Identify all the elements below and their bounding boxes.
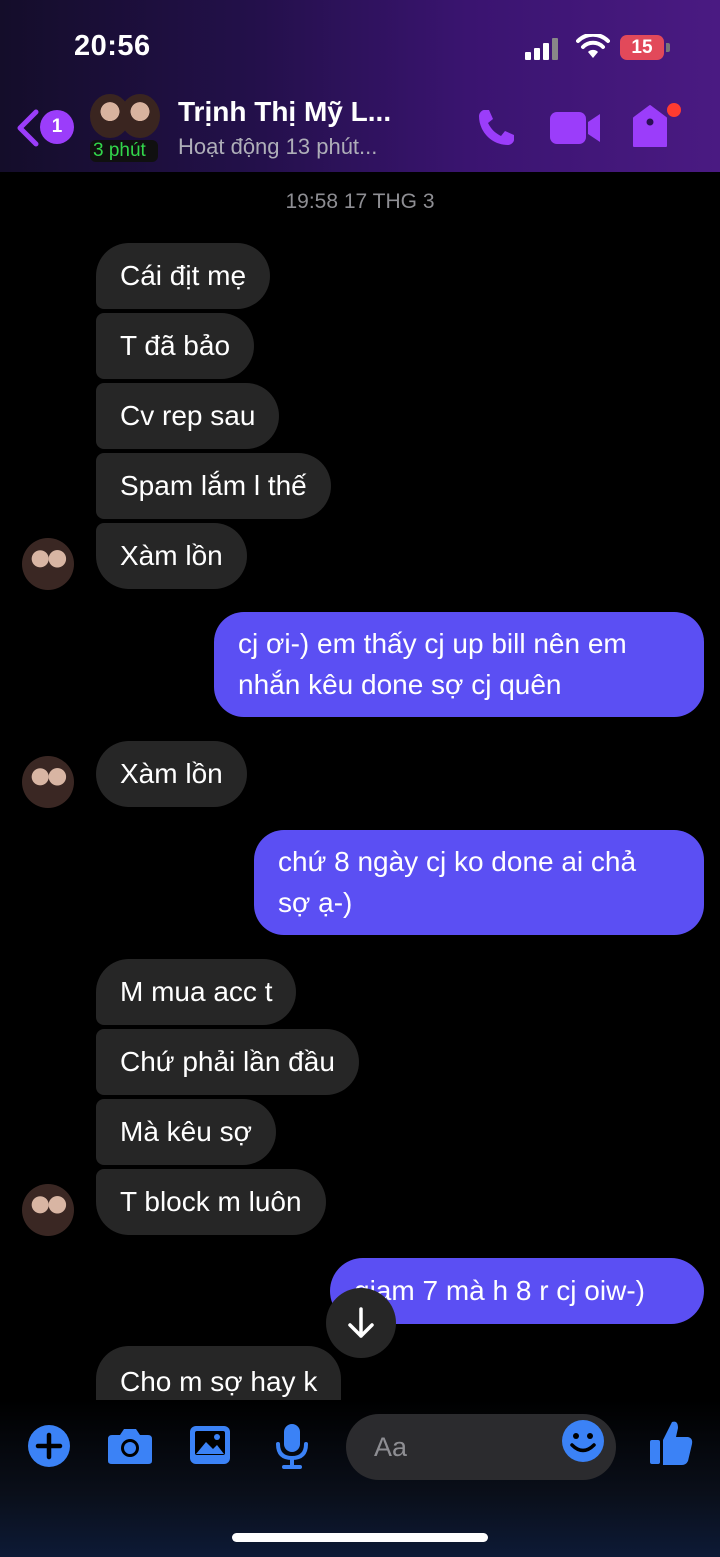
scroll-to-bottom-button[interactable]	[326, 1288, 396, 1358]
conversation-timestamp: 19:58 17 THG 3	[285, 190, 435, 213]
active-time-label: 3 phút	[90, 140, 158, 162]
incoming-message[interactable]: Spam lắm l thế	[96, 453, 331, 519]
chat-header: 1 3 phút Trịnh Thị Mỹ L... Hoạt động 13 …	[0, 90, 720, 172]
arrow-down-icon	[348, 1307, 374, 1338]
incoming-message[interactable]: Cái địt mẹ	[96, 243, 271, 309]
message-input-placeholder: Aa	[374, 1431, 408, 1462]
incoming-message[interactable]: M mua acc t	[96, 959, 297, 1025]
camera-icon[interactable]	[106, 1426, 154, 1466]
incoming-message[interactable]: Chứ phải lần đầu	[96, 1029, 359, 1095]
cellular-signal-icon	[525, 38, 559, 60]
message-text-line: cj ơi-) em thấy cj up bill nên em	[238, 628, 627, 659]
incoming-message[interactable]: Mà kêu sợ	[96, 1099, 276, 1165]
incoming-message[interactable]: T block m luôn	[96, 1169, 326, 1235]
message-text: T block m luôn	[120, 1185, 302, 1217]
home-indicator[interactable]	[232, 1533, 488, 1542]
battery-level: 15	[631, 36, 653, 58]
contact-avatar[interactable]	[90, 94, 160, 142]
image-gallery-icon[interactable]	[188, 1424, 232, 1466]
incoming-message[interactable]: T đã bảo	[96, 313, 255, 379]
chevron-left-icon	[17, 109, 39, 147]
message-text: Xàm lồn	[120, 757, 223, 789]
message-text: Cho m sợ hay k	[120, 1366, 318, 1397]
message-text-line: chứ 8 ngày cj ko done ai chả	[278, 846, 637, 877]
message-text-line: nhắn kêu done sợ cj quên	[238, 668, 562, 700]
sender-avatar[interactable]	[22, 756, 74, 808]
incoming-message[interactable]: Cho m sợ hay k	[96, 1346, 342, 1404]
contact-status: Hoạt động 13 phút...	[178, 134, 378, 159]
phone-call-icon[interactable]	[474, 106, 518, 150]
message-text: giam 7 mà h 8 r cj oiw-)	[354, 1274, 645, 1306]
message-text: M mua acc t	[120, 975, 273, 1007]
microphone-icon[interactable]	[274, 1422, 310, 1470]
incoming-message[interactable]: Xàm lồn	[96, 741, 247, 807]
wifi-icon	[576, 34, 610, 58]
message-text: Xàm lồn	[120, 539, 223, 571]
battery-cap	[666, 43, 670, 52]
thumbs-up-icon[interactable]	[648, 1418, 694, 1468]
unread-badge: 1	[40, 110, 74, 144]
message-text-line: sợ ạ-)	[278, 886, 353, 918]
incoming-message[interactable]: Cv rep sau	[96, 383, 280, 449]
battery-indicator: 15	[620, 35, 664, 60]
outgoing-message[interactable]: cj ơi-) em thấy cj up bill nên em nhắn k…	[214, 612, 704, 718]
back-button[interactable]: 1	[14, 104, 76, 152]
video-call-icon[interactable]	[550, 110, 602, 146]
message-text: Cv rep sau	[120, 399, 256, 431]
status-bar: 20:56 15	[0, 0, 720, 90]
status-time: 20:56	[74, 30, 151, 62]
message-text: Spam lắm l thế	[120, 469, 307, 501]
contact-name[interactable]: Trịnh Thị Mỹ L...	[178, 96, 391, 128]
shield-info-icon[interactable]	[630, 100, 684, 152]
sender-avatar[interactable]	[22, 538, 74, 590]
outgoing-message[interactable]: chứ 8 ngày cj ko done ai chả sợ ạ-)	[254, 830, 704, 936]
message-text: Cái địt mẹ	[120, 259, 247, 291]
message-text: Mà kêu sợ	[120, 1115, 252, 1147]
sender-avatar[interactable]	[22, 1184, 74, 1236]
emoji-icon[interactable]	[560, 1418, 606, 1464]
incoming-message[interactable]: Xàm lồn	[96, 523, 247, 589]
message-text: T đã bảo	[120, 329, 231, 361]
plus-circle-icon[interactable]	[27, 1424, 71, 1468]
message-text: Chứ phải lần đầu	[120, 1045, 335, 1077]
